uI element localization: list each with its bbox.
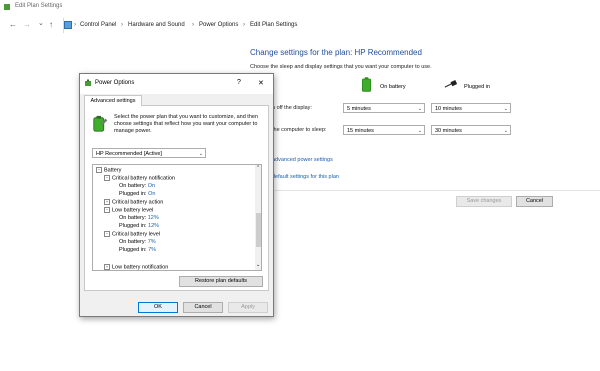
breadcrumb-power-options[interactable]: Power Options: [199, 21, 238, 30]
tree-item-label: Critical battery notification: [112, 175, 175, 182]
sleep-on-battery-select[interactable]: 15 minutes ⌄: [343, 125, 425, 135]
setting-value[interactable]: On: [148, 183, 155, 189]
breadcrumb-separator-icon: ›: [121, 22, 123, 28]
plugged-in-header: Plugged in: [464, 84, 490, 90]
restore-plan-defaults-button[interactable]: Restore plan defaults: [179, 276, 263, 287]
chevron-down-icon: ⌄: [198, 151, 203, 157]
setting-label: Plugged in:: [119, 247, 147, 253]
setting-label: On battery:: [119, 215, 147, 221]
help-button[interactable]: ?: [237, 79, 241, 86]
chevron-down-icon: ⌄: [417, 128, 422, 134]
tree-item-label: Low battery level: [112, 207, 154, 214]
back-button[interactable]: ←: [9, 20, 17, 30]
collapse-icon[interactable]: −: [104, 207, 110, 213]
tree-item-setting[interactable]: On battery: On: [119, 183, 155, 190]
tab-advanced-settings[interactable]: Advanced settings: [84, 95, 142, 106]
setting-value[interactable]: 7%: [148, 247, 156, 253]
battery-icon: [362, 77, 371, 92]
setting-value[interactable]: 12%: [148, 215, 159, 221]
tree-item-low-notification[interactable]: + Low battery notification: [104, 264, 169, 271]
breadcrumb-hardware-and-sound[interactable]: Hardware and Sound: [128, 21, 185, 30]
up-button[interactable]: ↑: [49, 20, 53, 30]
power-plan-select-value: HP Recommended [Active]: [96, 151, 162, 157]
tree-item-setting[interactable]: Plugged in: 12%: [119, 223, 159, 230]
breadcrumb-edit-plan-settings[interactable]: Edit Plan Settings: [250, 21, 297, 30]
tree-item-low-level[interactable]: − Low battery level: [104, 207, 153, 214]
plan-heading: Change settings for the plan: HP Recomme…: [250, 48, 422, 57]
on-battery-header: On battery: [380, 84, 406, 90]
power-options-icon: [4, 4, 10, 10]
tree-item-setting[interactable]: Plugged in: On: [119, 191, 155, 198]
restore-default-settings-link[interactable]: default settings for this plan: [272, 174, 339, 180]
scrollbar-thumb[interactable]: [256, 213, 261, 247]
control-panel-icon: [64, 21, 72, 29]
collapse-icon[interactable]: −: [104, 231, 110, 237]
power-plug-icon: [444, 80, 458, 88]
sleep-label: the computer to sleep:: [272, 127, 327, 133]
advanced-power-settings-link[interactable]: advanced power settings: [272, 157, 333, 163]
breadcrumb-separator-icon: ›: [74, 22, 76, 28]
breadcrumb-separator-icon: ›: [243, 22, 245, 28]
setting-label: On battery:: [119, 183, 147, 189]
scroll-down-icon[interactable]: ⌄: [256, 262, 260, 268]
power-options-icon: [85, 79, 91, 86]
display-plugged-in-value: 10 minutes: [435, 106, 462, 112]
sleep-plugged-in-value: 30 minutes: [435, 128, 462, 134]
divider: [275, 190, 600, 191]
tree-item-battery[interactable]: − Battery: [96, 167, 121, 174]
sleep-plugged-in-select[interactable]: 30 minutes ⌄: [431, 125, 511, 135]
collapse-icon[interactable]: −: [104, 175, 110, 181]
dialog-cancel-button[interactable]: Cancel: [183, 302, 223, 313]
breadcrumb-separator-icon: ›: [192, 22, 194, 28]
tree-scrollbar[interactable]: ⌃ ⌄: [255, 165, 261, 270]
close-button[interactable]: ✕: [258, 79, 264, 87]
chevron-down-icon: ⌄: [503, 128, 508, 134]
tree-item-setting[interactable]: On battery: 7%: [119, 239, 156, 246]
battery-plan-icon: [93, 115, 108, 132]
expand-icon[interactable]: +: [104, 264, 110, 270]
setting-value[interactable]: 7%: [148, 239, 156, 245]
ok-button[interactable]: OK: [138, 302, 178, 313]
settings-tree[interactable]: − Battery − Critical battery notification …: [92, 164, 262, 271]
scroll-up-icon[interactable]: ⌃: [256, 165, 260, 171]
plan-subtitle: Choose the sleep and display settings th…: [250, 64, 432, 70]
tree-item-critical-action[interactable]: + Critical battery action: [104, 199, 163, 206]
save-changes-button[interactable]: Save changes: [456, 196, 512, 207]
tree-item-setting[interactable]: Plugged in: 7%: [119, 247, 156, 254]
breadcrumb-control-panel[interactable]: Control Panel: [80, 21, 116, 30]
recent-locations-button[interactable]: ⌄: [38, 19, 44, 29]
power-options-dialog: Power Options ? ✕ Advanced settings Sele…: [79, 73, 274, 317]
display-on-battery-value: 5 minutes: [347, 106, 371, 112]
dialog-description: Select the power plan that you want to c…: [114, 114, 259, 134]
forward-button[interactable]: →: [23, 20, 31, 30]
cancel-button[interactable]: Cancel: [516, 196, 553, 207]
collapse-icon[interactable]: −: [96, 167, 102, 173]
display-on-battery-select[interactable]: 5 minutes ⌄: [343, 103, 425, 113]
setting-label: On battery:: [119, 239, 147, 245]
display-plugged-in-select[interactable]: 10 minutes ⌄: [431, 103, 511, 113]
apply-button[interactable]: Apply: [228, 302, 268, 313]
tree-item-critical-level[interactable]: − Critical battery level: [104, 231, 160, 238]
chevron-down-icon: ⌄: [417, 106, 422, 112]
setting-label: Plugged in:: [119, 191, 147, 197]
tree-item-label: Low battery notification: [112, 264, 169, 271]
dialog-title: Power Options: [95, 80, 135, 86]
sleep-on-battery-value: 15 minutes: [347, 128, 374, 134]
tree-item-label: Critical battery action: [112, 199, 164, 206]
window-title: Edit Plan Settings: [15, 3, 63, 9]
tree-item-label: Critical battery level: [112, 231, 160, 238]
setting-label: Plugged in:: [119, 223, 147, 229]
tree-item-critical-notification[interactable]: − Critical battery notification: [104, 175, 175, 182]
dialog-titlebar: Power Options ? ✕: [80, 74, 273, 94]
chevron-down-icon: ⌄: [503, 106, 508, 112]
expand-icon[interactable]: +: [104, 199, 110, 205]
tree-item-setting[interactable]: On battery: 12%: [119, 215, 159, 222]
tree-item-label: Battery: [104, 167, 122, 174]
window-titlebar: Edit Plan Settings: [0, 0, 600, 14]
setting-value[interactable]: 12%: [148, 223, 159, 229]
power-plan-select[interactable]: HP Recommended [Active] ⌄: [92, 148, 206, 158]
turn-off-display-label: n off the display:: [272, 105, 312, 111]
setting-value[interactable]: On: [148, 191, 155, 197]
